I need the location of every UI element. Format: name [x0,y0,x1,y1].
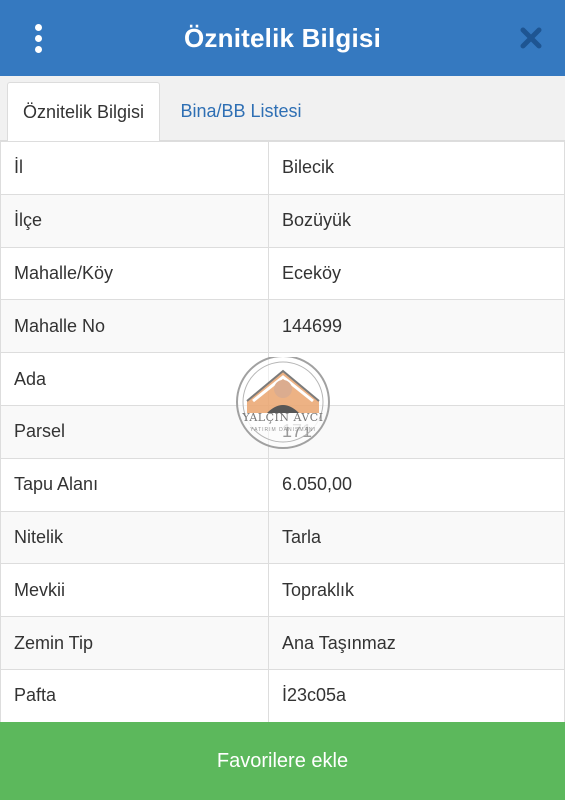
table-row: Pafta İ23c05a [0,668,565,723]
table-row: Ada [0,352,565,406]
close-icon[interactable] [515,22,547,54]
table-row: Zemin Tip Ana Taşınmaz [0,616,565,670]
attribute-key: İlçe [0,193,269,248]
attribute-key: Zemin Tip [0,616,269,670]
attribute-value: Bilecik [268,141,565,195]
page-title: Öznitelik Bilgisi [184,22,381,53]
attribute-key: Mahalle No [0,299,269,354]
attribute-key: Pafta [0,668,269,723]
table-row: Mevkii Topraklık [0,563,565,618]
tab-bar: Öznitelik Bilgisi Bina/BB Listesi [0,76,565,142]
add-to-favorites-button[interactable]: Favorilere ekle [0,722,565,800]
attribute-value: İ23c05a [268,668,565,723]
table-row: İl Bilecik [0,141,565,195]
table-row: Nitelik Tarla [0,510,565,565]
menu-dot [34,34,42,42]
attribute-value: 144699 [268,299,565,354]
attribute-key: İl [0,141,269,195]
attribute-value [268,352,565,406]
attribute-value: Eceköy [268,246,565,301]
table-row: Parsel 171 [0,404,565,459]
attribute-key: Mahalle/Köy [0,246,269,301]
attribute-value: Bozüyük [268,193,565,248]
attribute-key: Tapu Alanı [0,457,269,512]
table-row: İlçe Bozüyük [0,193,565,248]
kebab-menu-icon[interactable] [22,20,54,56]
menu-dot [34,23,42,31]
table-row: Tapu Alanı 6.050,00 [0,457,565,512]
attribute-table: İl Bilecik İlçe Bozüyük Mahalle/Köy Ecek… [0,141,565,723]
menu-dot [34,45,42,53]
attribute-key: Nitelik [0,510,269,565]
attribute-key: Mevkii [0,563,269,618]
attribute-value: 171 [268,404,565,459]
table-row: Mahalle No 144699 [0,299,565,354]
attribute-value: Tarla [268,510,565,565]
tab-attribute-info[interactable]: Öznitelik Bilgisi [7,82,160,142]
attribute-value: Topraklık [268,563,565,618]
attribute-key: Ada [0,352,269,406]
app-header: Öznitelik Bilgisi [0,0,565,76]
attribute-key: Parsel [0,404,269,459]
table-row: Mahalle/Köy Eceköy [0,246,565,301]
attribute-value: Ana Taşınmaz [268,616,565,670]
attribute-value: 6.050,00 [268,457,565,512]
tab-building-list[interactable]: Bina/BB Listesi [166,82,316,141]
